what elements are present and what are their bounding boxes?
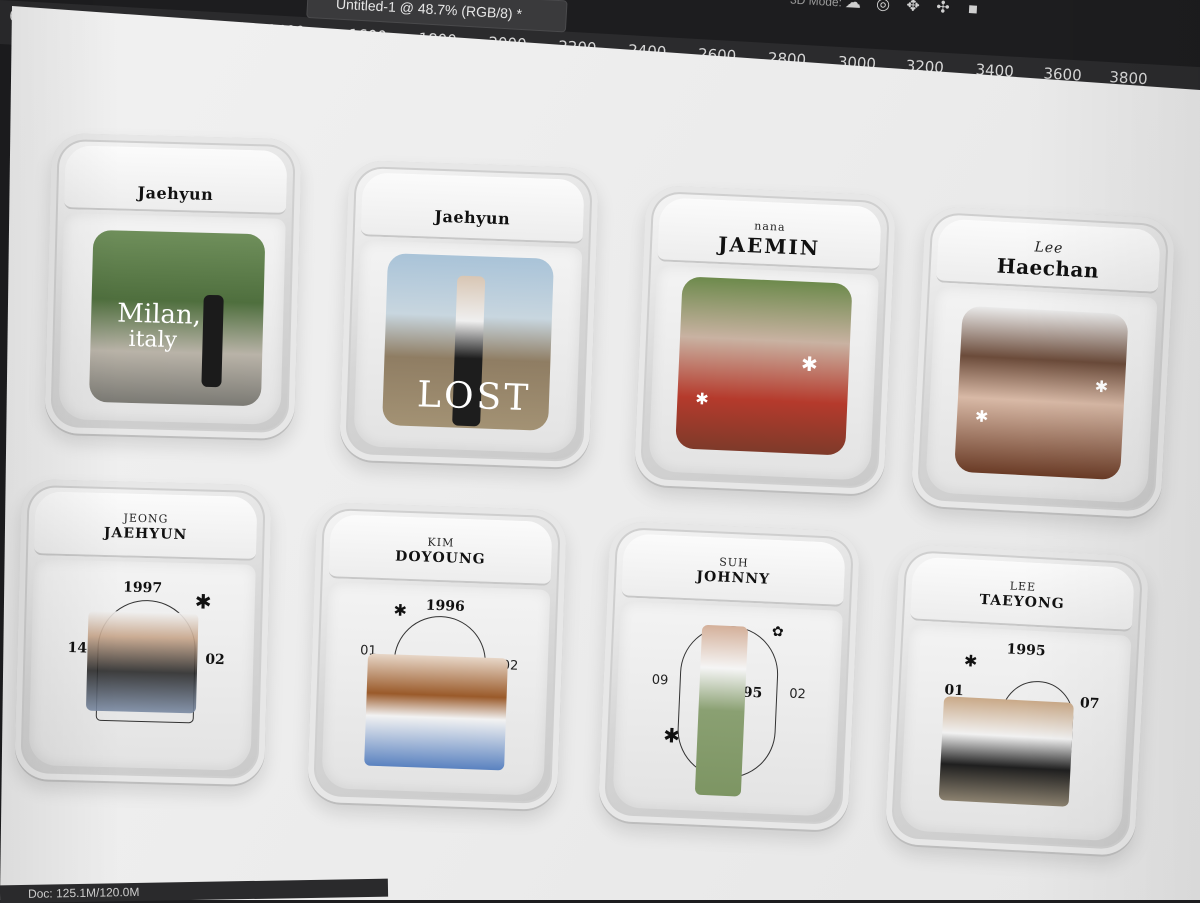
birth-day: 07	[1079, 695, 1100, 713]
orbit-icon[interactable]: ☁	[842, 0, 865, 13]
overlay-subtitle: italy	[128, 326, 178, 354]
airpods-case-3[interactable]: nana JAEMIN ✱ ✱	[633, 184, 897, 496]
asterisk-icon: ✱	[393, 600, 408, 620]
birth-year: 1996	[425, 597, 465, 615]
asterisk-icon: ✿	[771, 623, 785, 641]
pan-icon[interactable]: ✥	[902, 0, 925, 16]
roll-icon[interactable]: ◎	[872, 0, 895, 15]
asterisk-icon: ✱	[1094, 376, 1109, 397]
camera-icon[interactable]: ■	[961, 1, 984, 22]
birth-year: 1995	[1006, 641, 1046, 660]
birth-month: 02	[205, 651, 225, 669]
person-figure	[694, 624, 749, 797]
airpods-case-1[interactable]: Jaehyun Milan, italy	[44, 132, 302, 440]
birth-year: 1997	[122, 579, 163, 597]
person-bicycle-figure	[85, 610, 199, 714]
document-canvas[interactable]: Jaehyun Milan, italy Jaehyun LOST nana J…	[0, 6, 1200, 900]
slide-icon[interactable]: ✣	[931, 0, 954, 18]
asterisk-icon: ✱	[694, 389, 710, 409]
airpods-case-2[interactable]: Jaehyun LOST	[338, 159, 600, 469]
airpods-case-8[interactable]: LEE TAEYONG 1995 01 07 ✱ ✿	[884, 543, 1150, 857]
asterisk-icon: ✱	[963, 651, 978, 671]
asterisk-icon: ✱	[974, 406, 989, 427]
airpods-case-7[interactable]: SUH JOHNNY 1995 09 02 ✱ ✿	[597, 520, 861, 832]
asterisk-icon: ✱	[800, 351, 819, 377]
photo-haechan: ✱ ✱	[954, 305, 1129, 481]
3d-mode-label: 3D Mode:	[789, 0, 843, 10]
photo-jaemin: ✱ ✱	[675, 276, 853, 456]
photo-milan: Milan, italy	[88, 229, 266, 407]
asterisk-icon: ✱	[194, 589, 212, 614]
airpods-case-6[interactable]: KIM DOYOUNG 1996 01 02 ✱ ✱	[306, 501, 568, 811]
airpods-case-4[interactable]: Lee Haechan ✱ ✱	[910, 205, 1176, 519]
overlay-title: LOST	[416, 374, 532, 420]
3d-toolbar: ☁ ◎ ✥ ✣ ■	[842, 0, 993, 22]
person-figure	[364, 653, 508, 771]
birth-day: 02	[788, 686, 807, 703]
person-figure	[201, 294, 224, 388]
airpods-case-5[interactable]: JEONG JAEHYUN 1997 14 02 ✱	[14, 478, 272, 786]
photo-lost: LOST	[382, 253, 554, 431]
birth-month: 09	[651, 672, 669, 689]
birth-day: 14	[67, 640, 88, 657]
person-figure	[938, 696, 1074, 807]
